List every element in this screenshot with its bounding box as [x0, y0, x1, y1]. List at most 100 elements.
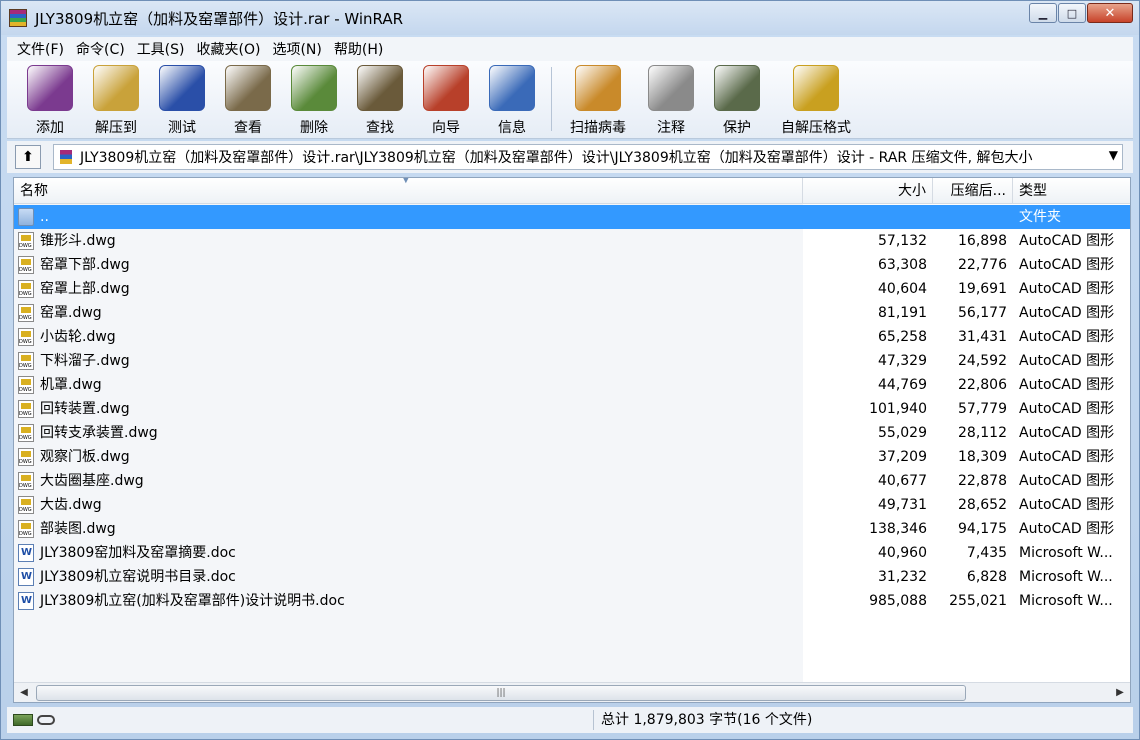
minimize-button[interactable]: ▁ [1029, 3, 1057, 23]
toolbar-button-view[interactable]: 查看 [215, 65, 281, 137]
file-list[interactable]: 名称 ▼ 大小 压缩后... 类型 .. 文件夹锥形斗.dwg 57,132 16,8… [13, 177, 1131, 703]
sfx-icon [793, 65, 839, 111]
file-type: AutoCAD 图形 [1019, 449, 1115, 465]
file-row[interactable]: 窑罩上部.dwg 40,604 19,691 AutoCAD 图形 [14, 277, 1130, 301]
file-type: Microsoft W... [1019, 593, 1113, 609]
menu-commands[interactable]: 命令(C) [70, 39, 131, 59]
toolbar-button-extract-to[interactable]: 解压到 [83, 65, 149, 137]
folder-up-icon [18, 208, 34, 226]
scroll-right-icon[interactable]: ▶ [1112, 685, 1128, 701]
file-size: 44,769 [878, 377, 927, 393]
file-name: 下料溜子.dwg [40, 353, 130, 369]
drive-icon[interactable] [13, 714, 33, 726]
toolbar-button-comment[interactable]: 注释 [638, 65, 704, 137]
window-controls: ▁ □ ✕ [1028, 3, 1133, 23]
file-row[interactable]: 锥形斗.dwg 57,132 16,898 AutoCAD 图形 [14, 229, 1130, 253]
protect-icon [714, 65, 760, 111]
file-row[interactable]: 窑罩.dwg 81,191 56,177 AutoCAD 图形 [14, 301, 1130, 325]
view-icon [225, 65, 271, 111]
toolbar-button-virus-scan[interactable]: 扫描病毒 [558, 65, 638, 137]
up-folder-button[interactable]: ⬆ [15, 145, 41, 169]
file-size: 63,308 [878, 257, 927, 273]
file-name-cell: 回转支承装置.dwg [18, 421, 798, 445]
file-size: 65,258 [878, 329, 927, 345]
close-button[interactable]: ✕ [1087, 3, 1133, 23]
toolbar-button-delete[interactable]: 删除 [281, 65, 347, 137]
file-name-cell: 观察门板.dwg [18, 445, 798, 469]
file-packed-size: 28,652 [958, 497, 1007, 513]
winrar-app-icon[interactable] [9, 9, 27, 27]
toolbar-label: 信息 [498, 120, 526, 136]
file-size: 47,329 [878, 353, 927, 369]
file-row[interactable]: 观察门板.dwg 37,209 18,309 AutoCAD 图形 [14, 445, 1130, 469]
maximize-button[interactable]: □ [1058, 3, 1086, 23]
dwg-file-icon [18, 232, 34, 250]
toolbar-button-protect[interactable]: 保护 [704, 65, 770, 137]
file-type: AutoCAD 图形 [1019, 521, 1115, 537]
file-row[interactable]: JLY3809窑加料及窑罩摘要.doc 40,960 7,435 Microsoft … [14, 541, 1130, 565]
file-row[interactable]: .. 文件夹 [14, 205, 1130, 229]
dwg-file-icon [18, 424, 34, 442]
toolbar-button-wizard[interactable]: 向导 [413, 65, 479, 137]
column-header-type[interactable]: 类型 [1013, 178, 1130, 204]
file-row[interactable]: JLY3809机立窑说明书目录.doc 31,232 6,828 Microsoft … [14, 565, 1130, 589]
extract-to-icon [93, 65, 139, 111]
status-bar: 总计 1,879,803 字节(16 个文件) [7, 707, 1133, 733]
column-header-size[interactable]: 大小 [803, 178, 933, 204]
file-row[interactable]: 回转支承装置.dwg 55,029 28,112 AutoCAD 图形 [14, 421, 1130, 445]
file-packed-size: 7,435 [966, 545, 1007, 561]
address-bar: ⬆ JLY3809机立窑（加料及窑罩部件）设计.rar\JLY3809机立窑（加… [7, 141, 1133, 173]
path-combobox[interactable]: JLY3809机立窑（加料及窑罩部件）设计.rar\JLY3809机立窑（加料及… [53, 144, 1123, 170]
scroll-thumb[interactable]: ||| [36, 685, 966, 701]
status-summary: 总计 1,879,803 字节(16 个文件) [601, 712, 813, 728]
path-dropdown-icon[interactable]: ▼ [1109, 148, 1118, 162]
menu-bar: 文件(F) 命令(C) 工具(S) 收藏夹(O) 选项(N) 帮助(H) [7, 37, 1133, 61]
file-name: 窑罩.dwg [40, 305, 102, 321]
file-name: .. [40, 209, 49, 225]
toolbar-button-sfx[interactable]: 自解压格式 [770, 65, 862, 137]
file-name: JLY3809机立窑(加料及窑罩部件)设计说明书.doc [40, 593, 345, 609]
menu-help[interactable]: 帮助(H) [328, 39, 389, 59]
file-size: 101,940 [869, 401, 927, 417]
file-size: 55,029 [878, 425, 927, 441]
file-name: 观察门板.dwg [40, 449, 130, 465]
menu-tools[interactable]: 工具(S) [131, 39, 191, 59]
file-row[interactable]: 大齿.dwg 49,731 28,652 AutoCAD 图形 [14, 493, 1130, 517]
file-row[interactable]: 回转装置.dwg 101,940 57,779 AutoCAD 图形 [14, 397, 1130, 421]
file-row[interactable]: 窑罩下部.dwg 63,308 22,776 AutoCAD 图形 [14, 253, 1130, 277]
file-row[interactable]: 下料溜子.dwg 47,329 24,592 AutoCAD 图形 [14, 349, 1130, 373]
file-type: Microsoft W... [1019, 545, 1113, 561]
file-name-cell: 部装图.dwg [18, 517, 798, 541]
dwg-file-icon [18, 520, 34, 538]
file-packed-size: 22,776 [958, 257, 1007, 273]
file-row[interactable]: 小齿轮.dwg 65,258 31,431 AutoCAD 图形 [14, 325, 1130, 349]
file-row[interactable]: 部装图.dwg 138,346 94,175 AutoCAD 图形 [14, 517, 1130, 541]
menu-favorites[interactable]: 收藏夹(O) [191, 39, 267, 59]
file-name-cell: 窑罩.dwg [18, 301, 798, 325]
toolbar-button-info[interactable]: 信息 [479, 65, 545, 137]
toolbar-label: 查看 [234, 120, 262, 136]
menu-file[interactable]: 文件(F) [11, 39, 70, 59]
file-size: 138,346 [869, 521, 927, 537]
dwg-file-icon [18, 448, 34, 466]
file-size: 49,731 [878, 497, 927, 513]
file-size [803, 205, 927, 229]
file-row[interactable]: JLY3809机立窑(加料及窑罩部件)设计说明书.doc 985,088 255,0… [14, 589, 1130, 613]
scroll-left-icon[interactable]: ◀ [16, 685, 32, 701]
column-header-packed[interactable]: 压缩后... [933, 178, 1013, 204]
file-type: 文件夹 [1019, 209, 1061, 225]
file-packed-size: 22,806 [958, 377, 1007, 393]
toolbar-button-test[interactable]: 测试 [149, 65, 215, 137]
file-packed-size: 22,878 [958, 473, 1007, 489]
menu-options[interactable]: 选项(N) [266, 39, 327, 59]
toolbar-button-add[interactable]: 添加 [17, 65, 83, 137]
toolbar-label: 自解压格式 [781, 120, 851, 136]
title-bar[interactable]: JLY3809机立窑（加料及窑罩部件）设计.rar - WinRAR ▁ □ ✕ [1, 1, 1139, 35]
file-name: 回转装置.dwg [40, 401, 130, 417]
toolbar-button-find[interactable]: 查找 [347, 65, 413, 137]
horizontal-scrollbar[interactable]: ◀ ||| ▶ [14, 682, 1130, 702]
toolbar-label: 保护 [723, 120, 751, 136]
key-icon[interactable] [37, 715, 55, 725]
file-row[interactable]: 大齿圈基座.dwg 40,677 22,878 AutoCAD 图形 [14, 469, 1130, 493]
file-row[interactable]: 机罩.dwg 44,769 22,806 AutoCAD 图形 [14, 373, 1130, 397]
